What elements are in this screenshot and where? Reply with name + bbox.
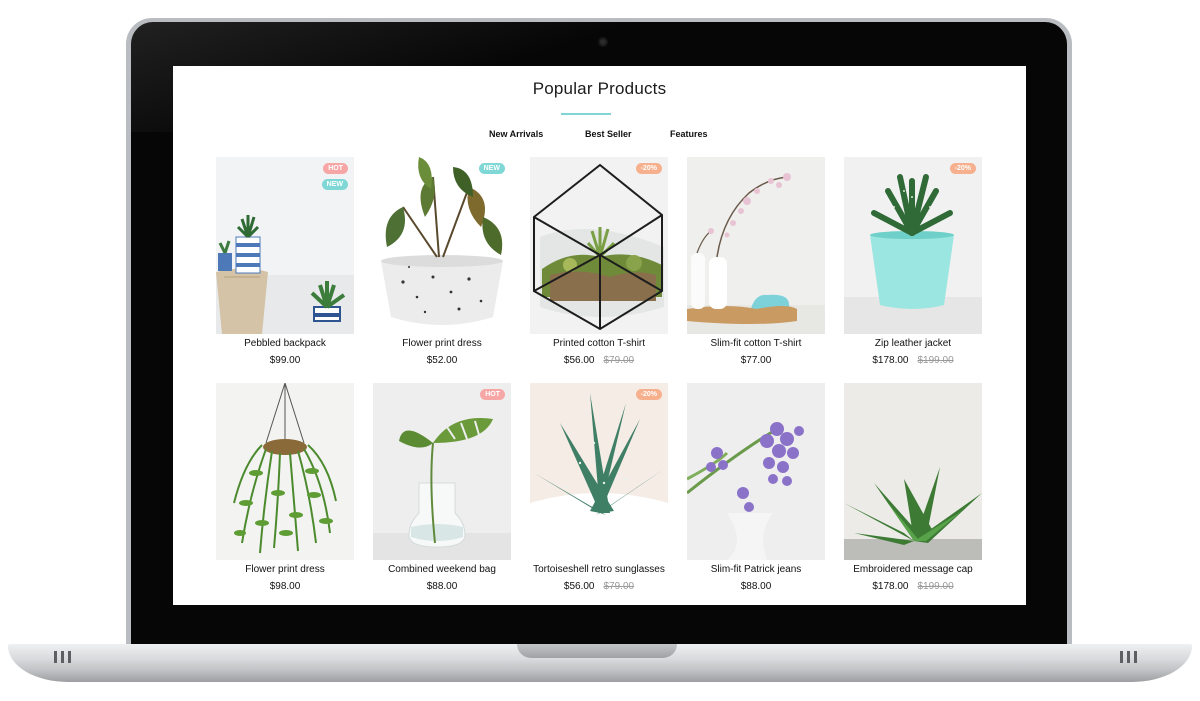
camera-icon: [598, 37, 608, 47]
web-page: Popular Products New Arrivals Best Selle…: [173, 66, 1026, 605]
discount-badge: -20%: [949, 163, 976, 174]
speaker-grille-right: [1120, 650, 1146, 663]
product-price: $178.00: [872, 355, 909, 366]
product-price: $77.00: [740, 355, 772, 366]
discount-badge: -20%: [635, 389, 662, 400]
product-price-row: $77.00: [687, 355, 825, 366]
product-card[interactable]: -20% Zip leather jacket $178.00 $199.00: [844, 157, 982, 366]
product-price-row: $88.00: [373, 581, 511, 592]
laptop-opening-notch: [517, 644, 677, 658]
product-price: $88.00: [426, 581, 458, 592]
product-price-row: $178.00 $199.00: [844, 581, 982, 592]
monstera-vase-icon: [373, 383, 511, 560]
product-name[interactable]: Printed cotton T-shirt: [530, 338, 668, 349]
product-price-row: $98.00: [216, 581, 354, 592]
product-price: $98.00: [269, 581, 301, 592]
product-price-row: $56.00 $79.00: [530, 581, 668, 592]
product-name[interactable]: Tortoiseshell retro sunglasses: [530, 564, 668, 575]
product-name[interactable]: Flower print dress: [216, 564, 354, 575]
product-image[interactable]: HOT: [373, 383, 511, 560]
product-price-row: $99.00: [216, 355, 354, 366]
product-name[interactable]: Flower print dress: [373, 338, 511, 349]
product-card[interactable]: Slim-fit Patrick jeans $88.00: [687, 383, 825, 592]
product-price: $56.00: [563, 581, 595, 592]
product-name[interactable]: Zip leather jacket: [844, 338, 982, 349]
hanging-plant-icon: [216, 383, 354, 560]
product-card[interactable]: Embroidered message cap $178.00 $199.00: [844, 383, 982, 592]
product-card[interactable]: -20% Printed cotton T-shirt $56.00 $79.00: [530, 157, 668, 366]
product-image[interactable]: [687, 383, 825, 560]
product-price-row: $88.00: [687, 581, 825, 592]
speaker-grille-left: [54, 650, 80, 663]
product-old-price: $199.00: [917, 581, 954, 592]
tab-new-arrivals[interactable]: New Arrivals: [489, 129, 543, 139]
product-price: $56.00: [563, 355, 595, 366]
product-image[interactable]: -20%: [844, 157, 982, 334]
product-image[interactable]: HOT NEW: [216, 157, 354, 334]
product-name[interactable]: Slim-fit Patrick jeans: [687, 564, 825, 575]
product-price-row: $178.00 $199.00: [844, 355, 982, 366]
product-image[interactable]: -20%: [530, 157, 668, 334]
product-image[interactable]: -20%: [530, 383, 668, 560]
product-old-price: $199.00: [917, 355, 954, 366]
product-name[interactable]: Combined weekend bag: [373, 564, 511, 575]
new-badge: NEW: [478, 163, 505, 174]
product-card[interactable]: Flower print dress $98.00: [216, 383, 354, 592]
product-card[interactable]: Slim-fit cotton T-shirt $77.00: [687, 157, 825, 366]
product-price: $52.00: [426, 355, 458, 366]
product-old-price: $79.00: [603, 355, 635, 366]
hyacinth-icon: [687, 383, 825, 560]
title-underline: [561, 113, 611, 115]
product-image[interactable]: NEW: [373, 157, 511, 334]
section-title: Popular Products: [532, 79, 667, 98]
terrarium-icon: [530, 157, 668, 334]
product-price-row: $52.00: [373, 355, 511, 366]
new-badge: NEW: [321, 179, 348, 190]
product-price: $99.00: [269, 355, 301, 366]
product-old-price: $79.00: [603, 581, 635, 592]
hot-badge: HOT: [480, 389, 505, 400]
tab-best-seller[interactable]: Best Seller: [585, 129, 632, 139]
vase-flowers-icon: [687, 157, 825, 334]
product-name[interactable]: Embroidered message cap: [844, 564, 982, 575]
product-image[interactable]: [687, 157, 825, 334]
product-name[interactable]: Pebbled backpack: [216, 338, 354, 349]
product-price: $88.00: [740, 581, 772, 592]
product-card[interactable]: HOT Combined weekend bag $88.00: [373, 383, 511, 592]
hot-badge: HOT: [323, 163, 348, 174]
tab-features[interactable]: Features: [670, 129, 708, 139]
product-image[interactable]: [216, 383, 354, 560]
aloe-pot-icon: [844, 157, 982, 334]
product-price-row: $56.00 $79.00: [530, 355, 668, 366]
product-card[interactable]: -20% Tortoiseshell retro sunglasses $56.…: [530, 383, 668, 592]
discount-badge: -20%: [635, 163, 662, 174]
succulent-closeup-icon: [530, 383, 668, 560]
product-image[interactable]: [844, 383, 982, 560]
green-succulent-icon: [844, 383, 982, 560]
product-card[interactable]: NEW Flower print dress $52.00: [373, 157, 511, 366]
rubber-plant-icon: [373, 157, 511, 334]
product-card[interactable]: HOT NEW Pebbled backpack $99.00: [216, 157, 354, 366]
product-name[interactable]: Slim-fit cotton T-shirt: [687, 338, 825, 349]
product-price: $178.00: [872, 581, 909, 592]
